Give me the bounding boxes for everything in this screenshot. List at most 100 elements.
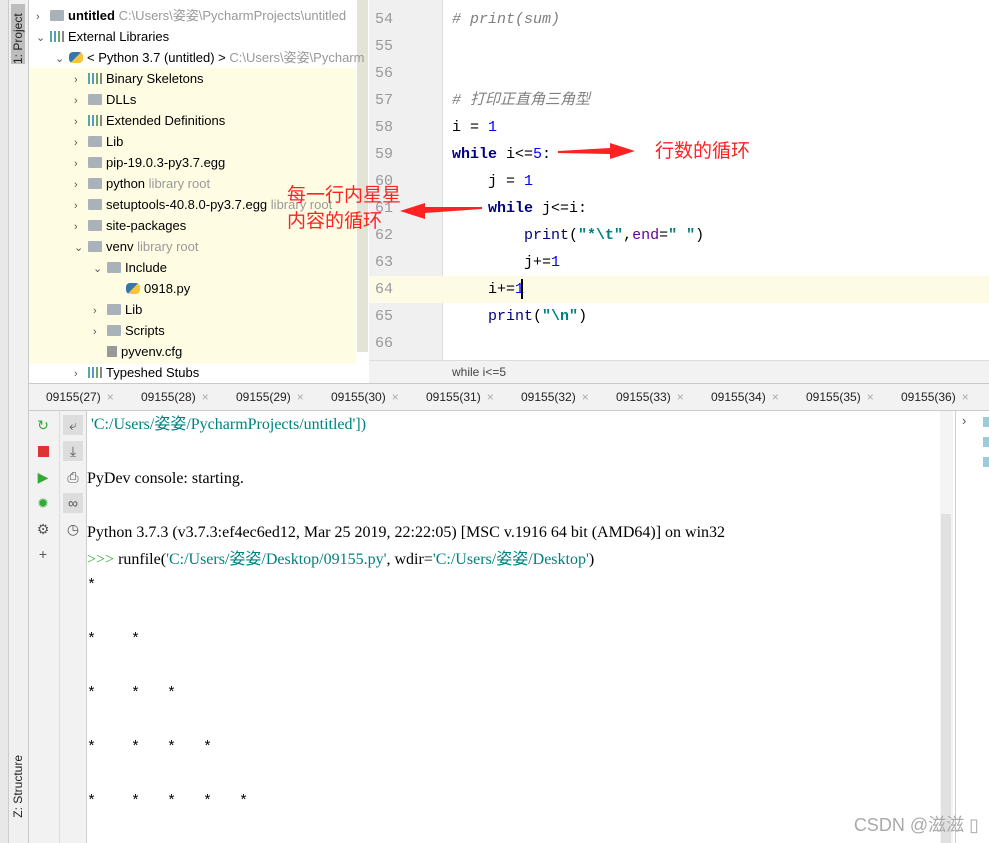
code-line[interactable]: print("*\t",end=" ") [452,222,704,249]
console-tab[interactable]: 09155(33) × [616,390,684,404]
console-tab[interactable]: 09155(27) × [46,390,114,404]
console-command-line: >>> runfile('C:/Users/姿姿/Desktop/09155.p… [87,551,595,568]
scroll-to-end-icon[interactable]: ⤓ [63,441,83,461]
tree-item[interactable]: › Binary Skeletons [74,68,204,89]
history-icon[interactable]: ◷ [63,519,83,539]
chevron-right-icon[interactable]: › [74,133,88,154]
code-line[interactable]: i+=1 [452,276,524,303]
close-icon[interactable]: × [677,390,684,404]
tree-item[interactable]: › Lib [93,299,142,320]
chevron-down-icon[interactable]: ⌄ [74,238,88,259]
watermark: CSDN @滋滋 ▯ [853,815,979,835]
console-tab[interactable]: 09155(31) × [426,390,494,404]
star-output: * [87,793,97,810]
run-icon[interactable]: ▶ [33,467,53,487]
code-line[interactable]: # 打印正直角三角型 [452,87,590,114]
tree-item[interactable]: › python library root [74,173,210,194]
close-icon[interactable]: × [772,390,779,404]
code-line[interactable]: j+=1 [452,249,560,276]
structure-tool-tab[interactable]: Z: Structure [11,755,25,818]
folder-icon [107,304,121,315]
close-icon[interactable]: × [297,390,304,404]
code-line[interactable]: print("\n") [452,303,587,330]
console-tab[interactable]: 09155(29) × [236,390,304,404]
tree-item-label: Scripts [125,323,165,338]
chevron-right-icon[interactable]: › [93,301,107,322]
console-tab[interactable]: 09155(28) × [141,390,209,404]
close-icon[interactable]: × [487,390,494,404]
chevron-down-icon[interactable]: ⌄ [93,259,107,280]
tree-item[interactable]: › Extended Definitions [74,110,225,131]
tree-item-label: Lib [106,134,124,149]
debug-icon[interactable]: ✹ [33,493,53,513]
annotation-inner-loop-1: 每一行内星星 [287,185,402,206]
chevron-right-icon[interactable]: › [74,196,88,217]
star-output: * [87,631,97,648]
breadcrumb[interactable]: while i<=5 [369,360,989,383]
tree-item[interactable]: › Scripts [93,320,165,341]
tree-item[interactable]: › Lib [74,131,123,152]
console-tabs: 09155(27) × 09155(28) × 09155(29) × 09155(30) ×… [29,383,989,411]
chevron-right-icon[interactable]: › [74,91,88,112]
chevron-right-icon[interactable]: › [74,364,88,385]
chevron-right-icon[interactable]: › [74,154,88,175]
tree-item[interactable]: ⌄ External Libraries [36,26,169,47]
stop-icon[interactable] [33,442,53,462]
console-tab[interactable]: 09155(35) × [806,390,874,404]
project-tool-tab[interactable]: 1: Project [11,4,25,64]
rerun-icon[interactable]: ↻ [33,415,53,435]
chevron-right-icon[interactable]: › [74,175,88,196]
arrow-left [400,203,482,219]
variables-panel: › [955,411,989,843]
console-tab-label: 09155(30) [331,390,386,404]
console-toolbar: ↻ ▶ ✹ ⚙ + [29,411,60,843]
tree-item[interactable]: › pip-19.0.3-py3.7.egg [74,152,225,173]
expand-icon[interactable]: › [962,413,966,428]
tree-item[interactable]: ⌄ < Python 3.7 (untitled) > C:\Users\姿姿\P… [55,47,364,68]
settings-icon[interactable]: ⚙ [33,519,53,539]
tree-item-label: site-packages [106,218,187,233]
close-icon[interactable]: × [867,390,874,404]
close-icon[interactable]: × [962,390,969,404]
close-icon[interactable]: × [107,390,114,404]
chevron-right-icon[interactable]: › [74,70,88,91]
chevron-right-icon[interactable]: › [93,322,107,343]
code-line[interactable]: # print(sum) [452,6,560,33]
show-variables-icon[interactable]: ∞ [63,493,83,513]
variable-icon [983,437,989,447]
tree-item[interactable]: › untitled C:\Users\姿姿\PycharmProjects\un… [36,5,346,26]
add-icon[interactable]: + [33,544,53,564]
chevron-down-icon[interactable]: ⌄ [36,28,50,49]
variable-icon [983,457,989,467]
tree-item[interactable]: ⌄ venv library root [74,236,199,257]
console-tab-label: 09155(34) [711,390,766,404]
tree-item[interactable]: › DLLs [74,89,136,110]
chevron-right-icon[interactable]: › [74,217,88,238]
close-icon[interactable]: × [582,390,589,404]
tree-item-label: Typeshed Stubs [106,365,200,380]
star-output: * [87,685,97,702]
tree-item-label: External Libraries [68,29,170,44]
tool-window-bar: 1: Project Z: Structure [9,0,29,843]
chevron-down-icon[interactable]: ⌄ [55,49,69,70]
breadcrumb-item[interactable]: while i<=5 [452,365,506,379]
console-scrollbar-thumb[interactable] [941,514,951,843]
line-number: 66 [375,335,394,352]
console-tab[interactable]: 09155(34) × [711,390,779,404]
tree-item[interactable]: ⌄ Include [93,257,167,278]
console-tab[interactable]: 09155(32) × [521,390,589,404]
console-tab[interactable]: 09155(36) × [901,390,969,404]
tree-item[interactable]: 0918.py [112,278,190,299]
tree-item[interactable]: pyvenv.cfg [93,341,182,362]
close-icon[interactable]: × [202,390,209,404]
close-icon[interactable]: × [392,390,399,404]
soft-wrap-icon[interactable]: ⤶ [63,415,83,435]
tree-item[interactable]: › Typeshed Stubs [74,362,199,383]
library-icon [88,115,102,126]
chevron-right-icon[interactable]: › [36,7,50,28]
tree-item[interactable]: › site-packages [74,215,186,236]
print-icon[interactable]: ⎙ [63,467,83,487]
chevron-right-icon[interactable]: › [74,112,88,133]
console-tab[interactable]: 09155(30) × [331,390,399,404]
console-output-line: 'C:/Users/姿姿/PycharmProjects/untitled']) [87,416,367,433]
